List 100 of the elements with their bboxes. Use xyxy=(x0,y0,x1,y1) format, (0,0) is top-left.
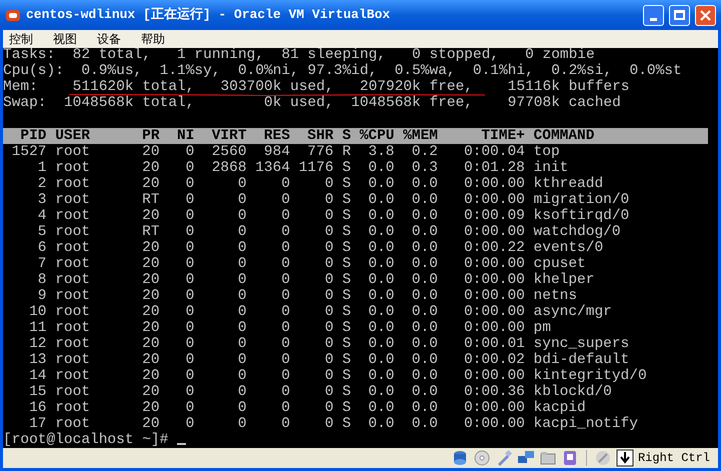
table-cell-text: root xyxy=(55,192,91,208)
table-cell-text: 0.0 xyxy=(367,288,394,304)
table-cell-text: 0.0 xyxy=(410,176,438,192)
table-cell-text: RT xyxy=(141,224,160,240)
table-cell-text: 0 xyxy=(280,416,290,432)
folder-icon[interactable] xyxy=(538,449,557,467)
table-cell: kblockd/0 xyxy=(534,384,612,400)
table-cell-text: 0.0 xyxy=(367,240,394,256)
table-cell: netns xyxy=(534,288,578,304)
close-button[interactable] xyxy=(695,4,716,26)
table-cell-text: 2868 xyxy=(210,160,247,176)
table-cell-text: 0 xyxy=(324,208,334,224)
table-cell-text: 5 xyxy=(36,224,46,240)
menu-item[interactable]: 视图 xyxy=(53,30,77,48)
table-cell-text: 0:00.09 xyxy=(462,208,525,224)
table-cell-text: 20 xyxy=(141,384,160,400)
table-cell-text: 0 xyxy=(280,336,290,352)
table-cell-text: 0 xyxy=(280,352,290,368)
table-cell-text: 0 xyxy=(324,304,334,320)
summary-line: Mem: 511620k total, 303700k used, 207920k free, 15116k buffers xyxy=(3,80,630,94)
table-cell-text: 0 xyxy=(184,384,194,400)
minimize-button[interactable] xyxy=(643,4,664,26)
table-cell-text: 0 xyxy=(324,400,334,416)
table-cell-text: 1527 xyxy=(10,144,46,160)
table-cell-text: 0:00.00 xyxy=(462,320,525,336)
table-cell-text: 0 xyxy=(324,272,334,288)
table-cell-text: 20 xyxy=(141,160,160,176)
table-cell-text: 20 xyxy=(141,320,160,336)
table-cell-text: 20 xyxy=(141,272,160,288)
table-cell-text: 13 xyxy=(28,352,46,368)
table-cell-text: root xyxy=(55,176,91,192)
column-header: TIME+ xyxy=(480,128,525,144)
column-header: %CPU xyxy=(360,128,394,144)
table-cell-text: 776 xyxy=(306,144,334,160)
table-cell-text: 0.0 xyxy=(410,416,438,432)
table-cell-text: root xyxy=(55,400,91,416)
menu-item[interactable]: 帮助 xyxy=(141,30,165,48)
table-cell: R xyxy=(342,144,351,160)
menu-item[interactable]: 设备 xyxy=(97,30,121,48)
table-cell: init xyxy=(534,160,568,176)
table-cell-text: 0.0 xyxy=(367,176,394,192)
table-cell-text: 16 xyxy=(28,400,46,416)
table-cell-text: 0.0 xyxy=(367,224,394,240)
table-cell-text: 0.0 xyxy=(367,320,394,336)
table-cell-text: 0.0 xyxy=(410,272,438,288)
table-cell-text: 0.0 xyxy=(367,160,394,176)
shell-prompt: [root@localhost ~]# xyxy=(3,432,168,448)
table-cell-text: 0 xyxy=(236,256,247,272)
table-cell-text: 0.0 xyxy=(367,368,394,384)
table-cell-text: 0 xyxy=(236,176,247,192)
table-cell-text: 0:01.28 xyxy=(462,160,525,176)
table-cell-text: 0.0 xyxy=(410,288,438,304)
table-cell-text: 0 xyxy=(280,368,290,384)
table-cell-text: 0 xyxy=(280,288,290,304)
table-cell-text: 2 xyxy=(36,176,46,192)
table-cell-text: root xyxy=(55,208,91,224)
table-cell-text: 0.0 xyxy=(410,192,438,208)
table-cell-text: 0 xyxy=(184,288,194,304)
app-icon xyxy=(5,7,21,23)
table-cell-text: 0 xyxy=(236,224,247,240)
table-cell-text: 0 xyxy=(184,144,194,160)
table-cell-text: 15 xyxy=(28,384,46,400)
table-cell-text: 0:00.00 xyxy=(462,256,525,272)
table-cell-text: 20 xyxy=(141,176,160,192)
table-cell: cpuset xyxy=(534,256,586,272)
table-cell-text: 0 xyxy=(324,384,334,400)
maximize-button[interactable] xyxy=(669,4,690,26)
table-cell-text: 0 xyxy=(280,240,290,256)
table-cell-text: 0:00.00 xyxy=(462,416,525,432)
table-cell: S xyxy=(342,400,351,416)
table-cell-text: 0 xyxy=(280,192,290,208)
menu-item[interactable]: 控制 xyxy=(9,30,33,48)
table-cell-text: 20 xyxy=(141,352,160,368)
table-cell: kintegrityd/0 xyxy=(534,368,647,384)
table-cell-text: 0 xyxy=(184,416,194,432)
table-cell-text: 20 xyxy=(141,144,160,160)
table-cell-text: 0:00.00 xyxy=(462,224,525,240)
table-cell-text: 0 xyxy=(324,256,334,272)
table-cell-text: 0:00.00 xyxy=(462,304,525,320)
table-cell-text: 11 xyxy=(28,320,46,336)
table-cell: kthreadd xyxy=(534,176,604,192)
table-cell-text: 0.0 xyxy=(410,352,438,368)
table-cell: khelper xyxy=(534,272,594,288)
table-cell-text: 0 xyxy=(324,320,334,336)
table-cell-text: 0 xyxy=(184,256,194,272)
disc-icon[interactable] xyxy=(472,449,491,467)
table-cell: S xyxy=(342,176,351,192)
table-cell-text: 0 xyxy=(236,208,247,224)
table-cell-text: 0 xyxy=(184,400,194,416)
table-cell-text: 0 xyxy=(280,272,290,288)
table-cell-text: root xyxy=(55,304,91,320)
table-cell-text: 0:00.00 xyxy=(462,288,525,304)
table-cell-text: 0:00.00 xyxy=(462,400,525,416)
table-cell-text: 0 xyxy=(184,240,194,256)
table-cell-text: root xyxy=(55,336,91,352)
table-cell: S xyxy=(342,368,351,384)
table-cell: S xyxy=(342,160,351,176)
table-cell: S xyxy=(342,352,351,368)
table-cell-text: root xyxy=(55,144,91,160)
column-header: S xyxy=(342,128,351,144)
